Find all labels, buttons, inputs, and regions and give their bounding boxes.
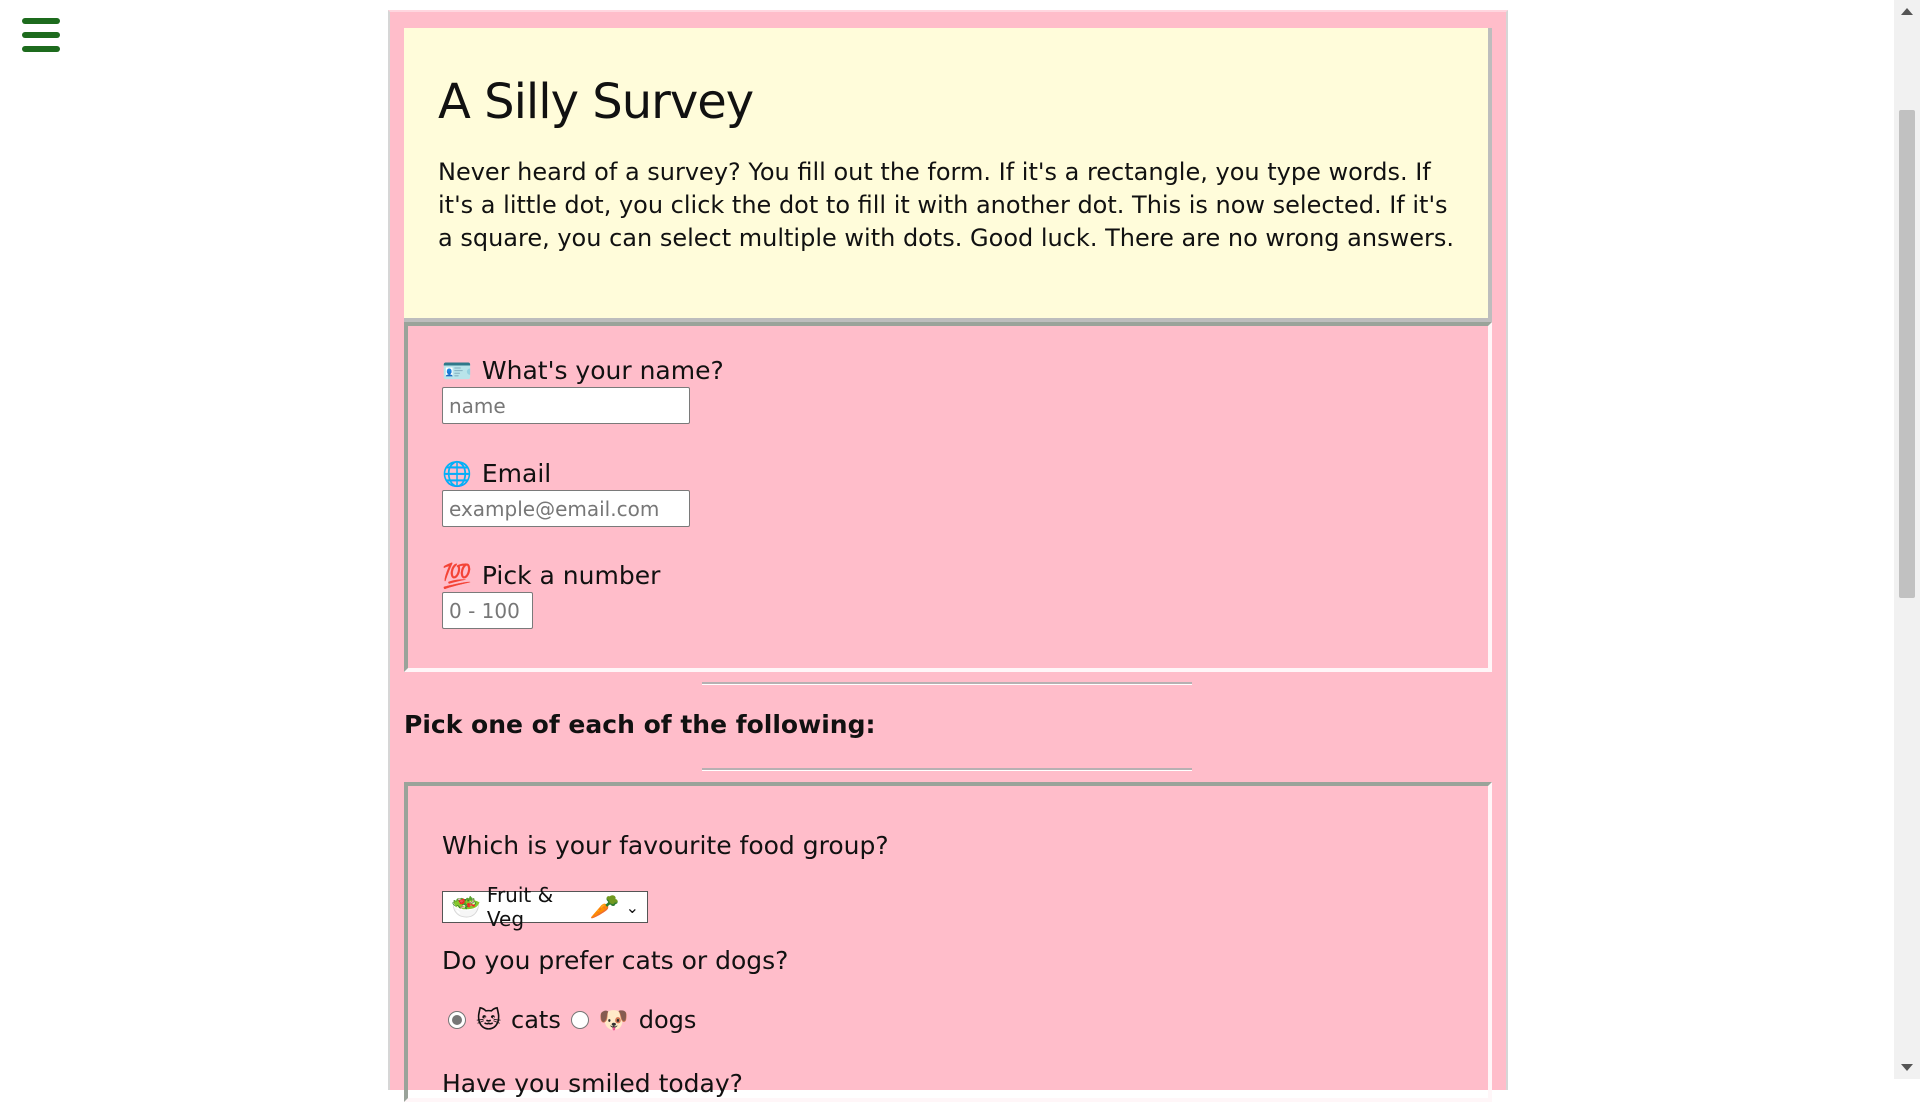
scroll-up-icon[interactable] (1901, 8, 1913, 15)
survey-page: A Silly Survey Never heard of a survey? … (388, 10, 1508, 1102)
email-input[interactable]: example@email.com (442, 490, 690, 527)
number-input[interactable]: 0 - 100 (442, 592, 533, 629)
cats-radio[interactable] (448, 1011, 466, 1029)
choices-card: Which is your favourite food group? 🥗 Fr… (404, 782, 1492, 1102)
hundred-points-icon: 💯 (442, 561, 472, 590)
personal-info-card: 🪪 What's your name? name 🌐 Email example… (404, 322, 1492, 672)
menu-bar (22, 46, 60, 52)
name-input[interactable]: name (442, 387, 690, 424)
menu-bar (22, 18, 60, 24)
vertical-scrollbar[interactable] (1894, 0, 1920, 1079)
id-card-icon: 🪪 (442, 356, 472, 385)
divider (702, 682, 1192, 685)
name-label: What's your name? (481, 356, 724, 385)
intro-description: Never heard of a survey? You fill out th… (438, 158, 1454, 252)
food-question: Which is your favourite food group? (442, 831, 889, 860)
dog-icon: 🐶 (598, 1006, 629, 1034)
dogs-radio[interactable] (570, 1011, 589, 1029)
page-title: A Silly Survey (438, 74, 754, 130)
menu-bar (22, 32, 60, 38)
section-title: Pick one of each of the following: (404, 710, 876, 739)
scrollbar-thumb[interactable] (1899, 110, 1915, 598)
cats-label[interactable]: cats (511, 1006, 561, 1034)
hamburger-menu-icon[interactable] (22, 18, 60, 52)
email-label: Email (481, 459, 552, 488)
number-label: Pick a number (481, 561, 661, 590)
food-group-selected: Fruit & Veg (486, 883, 554, 931)
smile-question: Have you smiled today? (442, 1069, 743, 1098)
scroll-down-icon[interactable] (1901, 1064, 1913, 1071)
chevron-down-icon: ⌄ (625, 897, 639, 917)
divider (702, 768, 1192, 771)
email-field: 🌐 Email example@email.com (442, 459, 690, 527)
salad-icon: 🥗 (451, 893, 481, 921)
food-group-select[interactable]: 🥗 Fruit & Veg 🥕 ⌄ (442, 883, 648, 931)
number-field: 💯 Pick a number 0 - 100 (442, 561, 660, 629)
globe-icon: 🌐 (442, 459, 472, 488)
cat-icon: 🐱 (476, 1006, 502, 1034)
dogs-label[interactable]: dogs (639, 1006, 697, 1034)
carrot-icon: 🥕 (589, 893, 620, 921)
pets-radio-group: 🐱 cats 🐶 dogs (448, 1006, 696, 1034)
name-field: 🪪 What's your name? name (442, 356, 724, 424)
pets-question: Do you prefer cats or dogs? (442, 946, 789, 975)
intro-panel: A Silly Survey Never heard of a survey? … (404, 28, 1492, 322)
